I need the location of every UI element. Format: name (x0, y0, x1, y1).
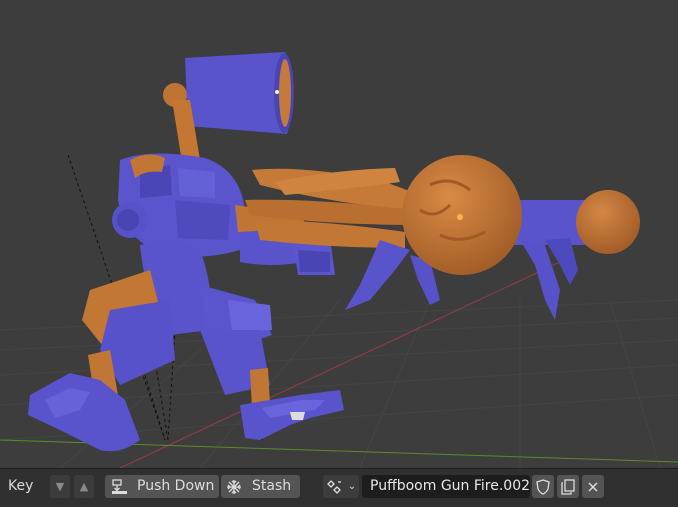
chevron-down-icon: ⌄ (347, 481, 357, 492)
snowflake-icon (227, 479, 241, 494)
3d-viewport[interactable] (0, 0, 678, 468)
torso (112, 153, 245, 257)
scene-render (0, 52, 678, 468)
action-browse-icon (326, 479, 341, 494)
stash-label: Stash (252, 478, 292, 494)
action-name: Puffboom Gun Fire.002 (370, 478, 531, 494)
unlink-action-button[interactable] (582, 475, 604, 498)
action-name-field[interactable]: Puffboom Gun Fire.002 (362, 475, 530, 498)
legs (82, 241, 272, 408)
move-down-button[interactable]: ▼ (50, 475, 70, 498)
browse-action-button[interactable]: ⌄ (323, 475, 359, 498)
shield-icon (536, 478, 550, 495)
action-editor-header: Key ▼ ▲ Push Down Stash ⌄ Puffboom Gun F… (0, 468, 678, 507)
key-menu-label: Key (8, 478, 34, 494)
puff-tentacles (245, 168, 420, 248)
close-icon (588, 481, 598, 492)
push-down-label: Push Down (137, 478, 215, 494)
duplicate-icon (561, 478, 575, 495)
push-down-icon (112, 478, 127, 494)
duplicate-action-button[interactable] (557, 475, 579, 498)
arrow-down-icon: ▼ (55, 480, 65, 493)
arrow-up-icon: ▲ (79, 480, 89, 493)
push-down-button[interactable]: Push Down (105, 475, 219, 498)
key-menu[interactable]: Key (6, 475, 35, 498)
fake-user-button[interactable] (532, 475, 554, 498)
feet (28, 373, 344, 452)
stash-button[interactable]: Stash (221, 475, 300, 498)
move-up-button[interactable]: ▲ (74, 475, 94, 498)
